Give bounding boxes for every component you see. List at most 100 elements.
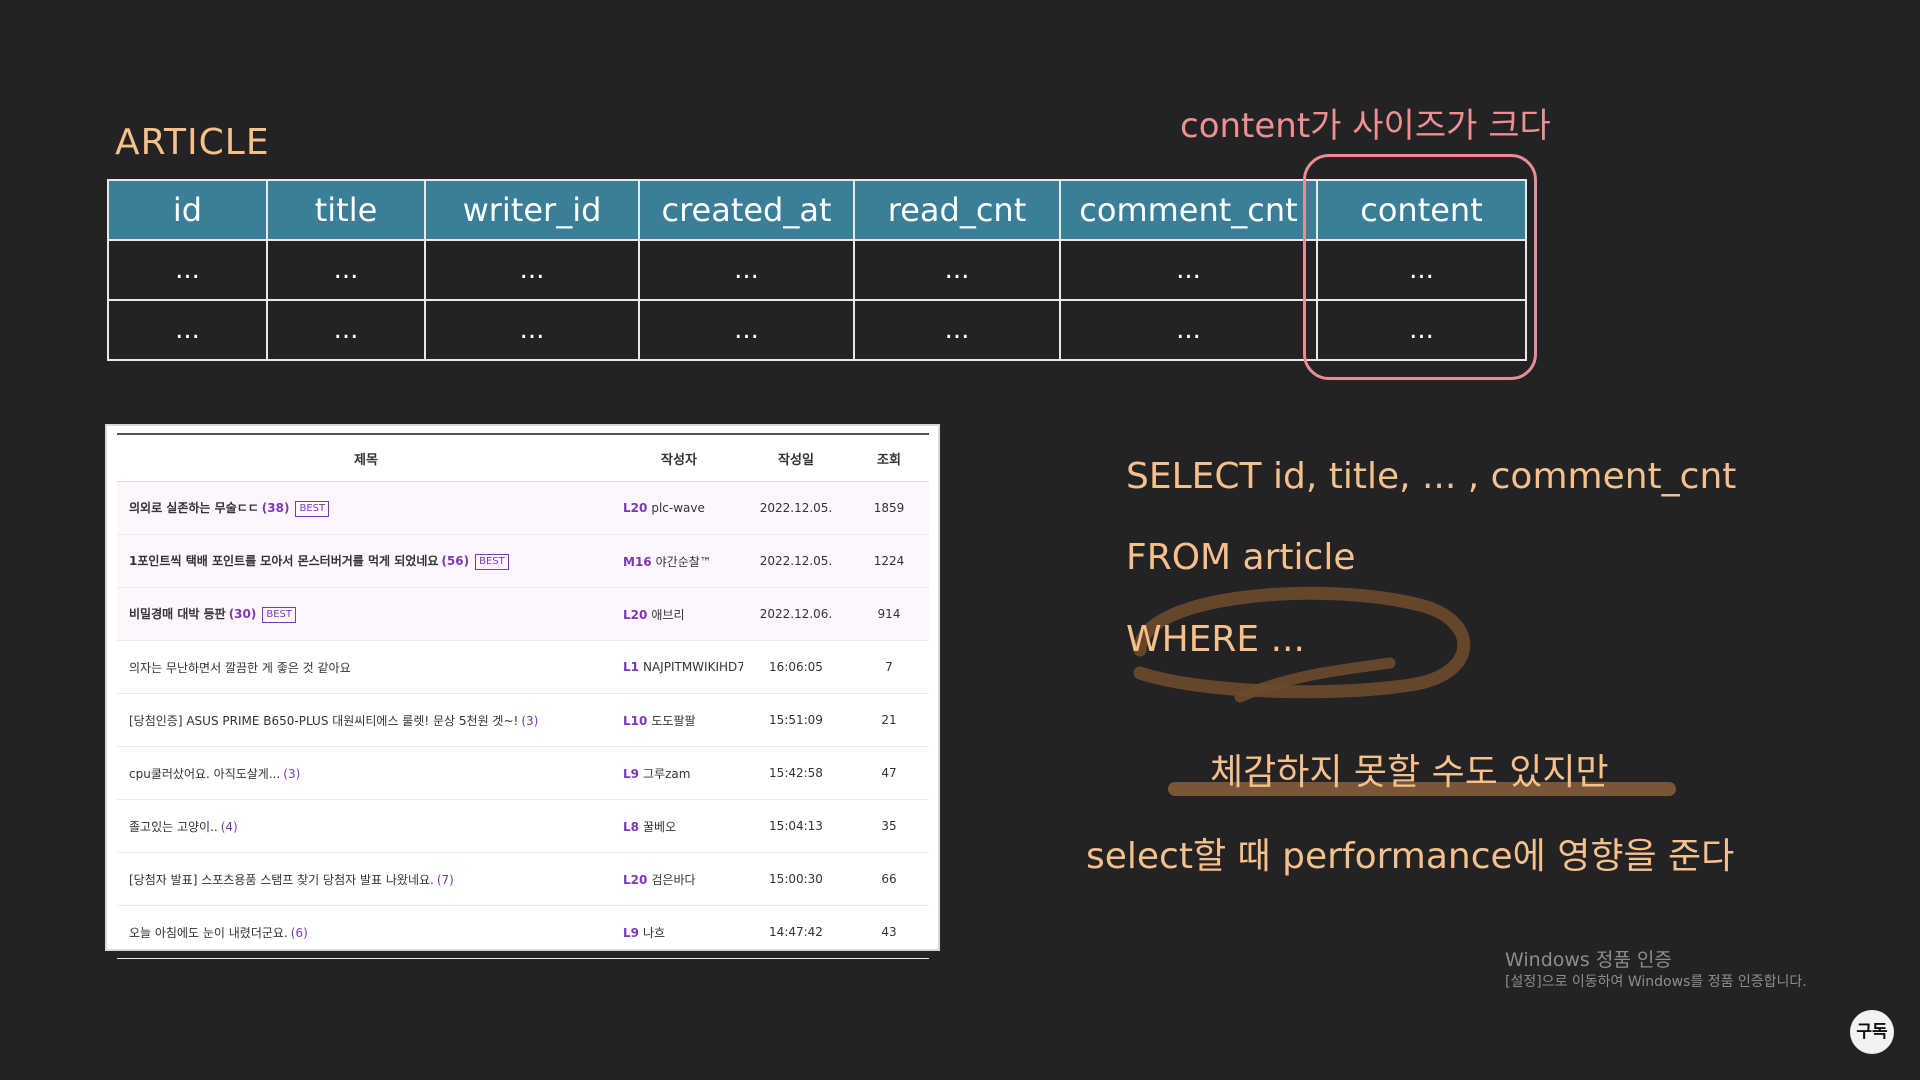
board-header-date: 작성일 xyxy=(743,434,849,482)
post-title-link[interactable]: [당첨인증] ASUS PRIME B650-PLUS 대원씨티에스 룰렛! 문… xyxy=(129,714,518,728)
user-level-badge: L9 xyxy=(623,766,639,781)
user-level-badge: L1 xyxy=(623,660,639,674)
schema-cell: ... xyxy=(638,239,855,301)
sql-from-line: FROM article xyxy=(1126,537,1356,578)
board-cell-views: 21 xyxy=(849,693,929,747)
board-cell-views: 66 xyxy=(849,852,929,906)
board-cell-views: 47 xyxy=(849,746,929,800)
schema-cell: ... xyxy=(266,239,426,301)
board-row[interactable]: 비밀경매 대박 등판 (30) BEST L20 애브리 2022.12.06. 914 xyxy=(117,587,929,641)
column-header-title: title xyxy=(266,179,426,241)
board-row[interactable]: cpu쿨러샀어요. 아직도살게... (3) L9 그루zam 15:42:58 47 xyxy=(117,746,929,800)
user-level-badge: L10 xyxy=(623,713,648,728)
post-title-link[interactable]: 의외로 실존하는 무술ㄷㄷ xyxy=(129,501,259,515)
board-cell-writer: L20 plc-wave xyxy=(615,481,743,535)
schema-cell: ... xyxy=(638,299,855,361)
board-cell-writer: L10 도도팔팔 xyxy=(615,693,743,747)
writer-name[interactable]: plc-wave xyxy=(651,501,705,515)
best-badge: BEST xyxy=(475,553,509,570)
column-header-created-at: created_at xyxy=(638,179,855,241)
board-row[interactable]: [당첨인증] ASUS PRIME B650-PLUS 대원씨티에스 룰렛! 문… xyxy=(117,693,929,747)
schema-cell: ... xyxy=(1059,239,1318,301)
board-cell-title: 의외로 실존하는 무술ㄷㄷ (38) BEST xyxy=(117,481,615,535)
board-row[interactable]: 오늘 아침에도 눈이 내렸더군요. (6) L9 나흐 14:47:42 43 xyxy=(117,905,929,959)
best-badge: BEST xyxy=(295,500,330,517)
board-cell-date: 15:42:58 xyxy=(743,746,849,800)
schema-cell: ... xyxy=(107,239,268,301)
board-cell-views: 7 xyxy=(849,640,929,694)
board-cell-writer: L9 그루zam xyxy=(615,746,743,800)
user-level-badge: M16 xyxy=(623,554,652,569)
board-cell-title: 비밀경매 대박 등판 (30) BEST xyxy=(117,587,615,641)
writer-name[interactable]: 야간순찰™ xyxy=(656,555,712,569)
writer-name[interactable]: 도도팔팔 xyxy=(651,714,695,728)
schema-cell: ... xyxy=(853,239,1061,301)
schema-cell: ... xyxy=(107,299,268,361)
user-level-badge: L20 xyxy=(623,872,648,887)
board-row[interactable]: 의외로 실존하는 무술ㄷㄷ (38) BEST L20 plc-wave 2022.12.… xyxy=(117,481,929,535)
post-title-link[interactable]: 의자는 무난하면서 깔끔한 게 좋은 것 같아요 xyxy=(129,661,351,675)
content-size-note: content가 사이즈가 크다 xyxy=(1180,106,1551,146)
column-header-comment-cnt: comment_cnt xyxy=(1059,179,1318,241)
board-cell-writer: L1 NAJPITMWIKIHD7 xyxy=(615,640,743,694)
sql-select-line: SELECT id, title, ... , comment_cnt xyxy=(1126,456,1737,497)
writer-name[interactable]: NAJPITMWIKIHD7 xyxy=(643,660,743,674)
board-cell-date: 15:04:13 xyxy=(743,799,849,853)
schema-title: ARTICLE xyxy=(115,122,270,163)
column-header-writer-id: writer_id xyxy=(424,179,640,241)
board-row[interactable]: 졸고있는 고양이.. (4) L8 꿀베오 15:04:13 35 xyxy=(117,799,929,853)
post-title-link[interactable]: 오늘 아침에도 눈이 내렸더군요. xyxy=(129,926,288,940)
writer-name[interactable]: 그루zam xyxy=(643,767,690,781)
post-title-link[interactable]: 졸고있는 고양이.. xyxy=(129,820,218,834)
comment-count: (30) xyxy=(228,607,257,622)
writer-name[interactable]: 애브리 xyxy=(651,608,684,622)
schema-cell: ... xyxy=(424,239,640,301)
comment-count: (3) xyxy=(521,713,539,728)
board-header-title: 제목 xyxy=(117,434,615,482)
board-cell-writer: L9 나흐 xyxy=(615,905,743,959)
board-cell-date: 2022.12.05. xyxy=(743,481,849,535)
board-cell-views: 914 xyxy=(849,587,929,641)
board-cell-views: 35 xyxy=(849,799,929,853)
comment-count: (7) xyxy=(436,872,454,887)
writer-name[interactable]: 꿀베오 xyxy=(643,820,676,834)
user-level-badge: L9 xyxy=(623,925,639,940)
board-cell-writer: M16 야간순찰™ xyxy=(615,534,743,588)
board-cell-title: 오늘 아침에도 눈이 내렸더군요. (6) xyxy=(117,905,615,959)
note-feel: 체감하지 못할 수도 있지만 xyxy=(1210,752,1609,793)
board-row[interactable]: 의자는 무난하면서 깔끔한 게 좋은 것 같아요 L1 NAJPITMWIKIHD7… xyxy=(117,640,929,694)
board-header-views: 조회 xyxy=(849,434,929,482)
board-cell-title: 졸고있는 고양이.. (4) xyxy=(117,799,615,853)
schema-cell: ... xyxy=(1059,299,1318,361)
board-cell-writer: L8 꿀베오 xyxy=(615,799,743,853)
board-cell-date: 14:47:42 xyxy=(743,905,849,959)
board-table: 제목 작성자 작성일 조회 의외로 실존하는 무술ㄷㄷ (38) BEST L20 pl… xyxy=(117,433,929,959)
board-cell-date: 16:06:05 xyxy=(743,640,849,694)
board-cell-views: 43 xyxy=(849,905,929,959)
user-level-badge: L8 xyxy=(623,819,639,834)
column-header-read-cnt: read_cnt xyxy=(853,179,1061,241)
board-cell-title: [당첨인증] ASUS PRIME B650-PLUS 대원씨티에스 룰렛! 문… xyxy=(117,693,615,747)
board-cell-views: 1859 xyxy=(849,481,929,535)
subscribe-button[interactable]: 구독 xyxy=(1850,1010,1894,1054)
post-title-link[interactable]: 비밀경매 대박 등판 xyxy=(129,607,226,621)
content-column-highlight xyxy=(1303,154,1537,380)
board-cell-title: [당첨자 발표] 스포츠용품 스탬프 찾기 당첨자 발표 나왔네요. (7) xyxy=(117,852,615,906)
board-cell-date: 15:00:30 xyxy=(743,852,849,906)
comment-count: (3) xyxy=(283,766,301,781)
board-header-writer: 작성자 xyxy=(615,434,743,482)
board-row[interactable]: 1포인트씩 택배 포인트를 모아서 몬스터버거를 먹게 되었네요 (56) BEST… xyxy=(117,534,929,588)
schema-cell: ... xyxy=(424,299,640,361)
board-cell-writer: L20 애브리 xyxy=(615,587,743,641)
post-title-link[interactable]: [당첨자 발표] 스포츠용품 스탬프 찾기 당첨자 발표 나왔네요. xyxy=(129,873,434,887)
post-title-link[interactable]: cpu쿨러샀어요. 아직도살게... xyxy=(129,767,280,781)
writer-name[interactable]: 검은바다 xyxy=(651,873,695,887)
comment-count: (6) xyxy=(290,925,308,940)
board-cell-title: 의자는 무난하면서 깔끔한 게 좋은 것 같아요 xyxy=(117,640,615,694)
board-row[interactable]: [당첨자 발표] 스포츠용품 스탬프 찾기 당첨자 발표 나왔네요. (7) L20… xyxy=(117,852,929,906)
sql-where-line: WHERE ... xyxy=(1126,619,1305,660)
writer-name[interactable]: 나흐 xyxy=(643,926,665,940)
schema-cell: ... xyxy=(266,299,426,361)
board-cell-date: 2022.12.06. xyxy=(743,587,849,641)
post-title-link[interactable]: 1포인트씩 택배 포인트를 모아서 몬스터버거를 먹게 되었네요 xyxy=(129,554,438,568)
